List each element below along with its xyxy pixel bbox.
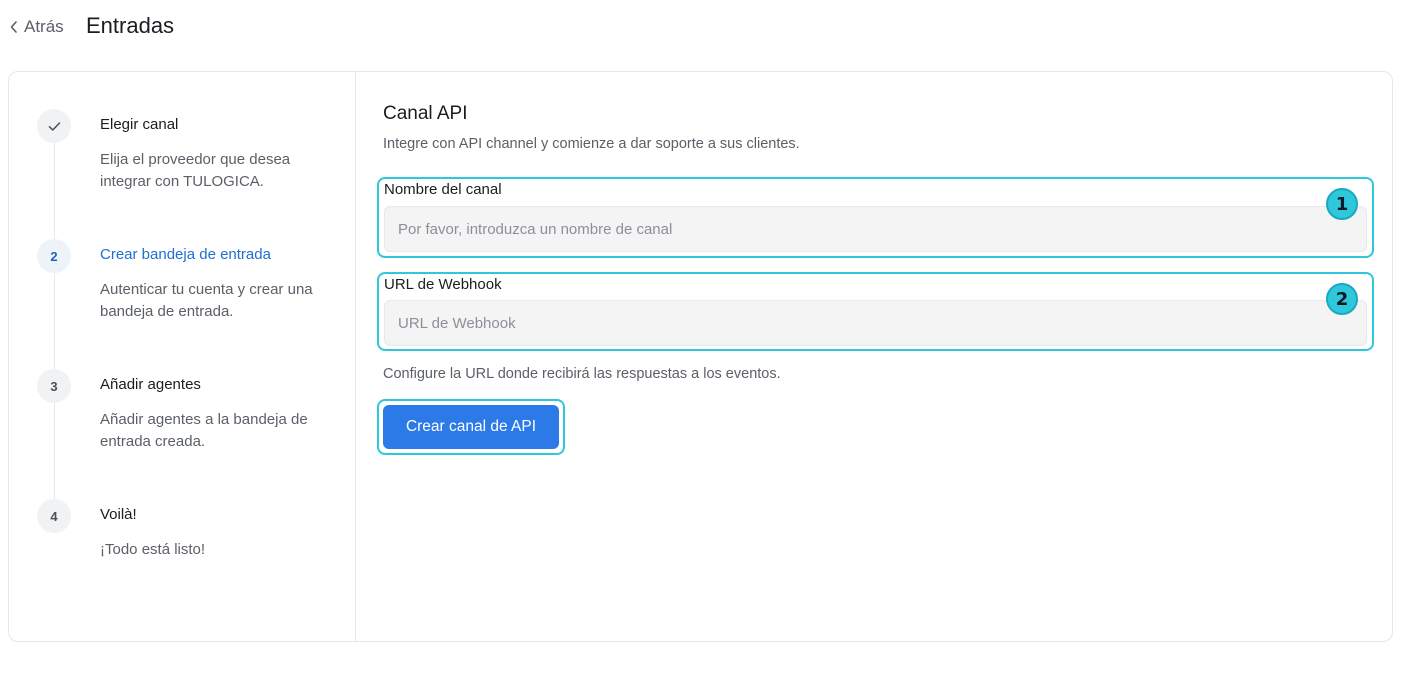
step-description: Autenticar tu cuenta y crear una bandeja…: [100, 281, 313, 320]
step-marker: 3: [37, 369, 71, 403]
step-title: Elegir canal: [100, 116, 179, 133]
chevron-left-icon: [10, 21, 17, 33]
form-heading: Canal API: [383, 103, 468, 124]
webhook-hint: Configure la URL donde recibirá las resp…: [383, 366, 781, 382]
step-title: Añadir agentes: [100, 376, 201, 393]
back-label: Atrás: [24, 17, 64, 36]
annotation-badge-2: 2: [1326, 283, 1358, 315]
channel-name-input[interactable]: [384, 206, 1367, 252]
channel-name-field: Nombre del canal 1: [377, 177, 1374, 258]
create-api-channel-button[interactable]: Crear canal de API: [383, 405, 559, 449]
top-bar: Atrás Entradas: [0, 0, 1404, 56]
step-description: Elija el proveedor que desea integrar co…: [100, 151, 291, 190]
webhook-url-label: URL de Webhook: [384, 276, 502, 293]
form-subheading: Integre con API channel y comienze a dar…: [383, 136, 800, 152]
steps-rail: [54, 126, 55, 516]
step-title: Crear bandeja de entrada: [100, 246, 271, 263]
check-icon: [48, 121, 60, 131]
webhook-url-input[interactable]: [384, 300, 1367, 346]
wizard-steps: Elegir canal Elija el proveedor que dese…: [9, 72, 356, 641]
back-link[interactable]: Atrás: [9, 17, 64, 37]
step-marker: 4: [37, 499, 71, 533]
submit-highlight: Crear canal de API: [377, 399, 565, 455]
annotation-badge-1: 1: [1326, 188, 1358, 220]
step-marker: 2: [37, 239, 71, 273]
step-description: Añadir agentes a la bandeja de entrada c…: [100, 411, 308, 450]
step-description: ¡Todo está listo!: [100, 541, 206, 558]
api-channel-form: Canal API Integre con API channel y comi…: [377, 72, 1383, 641]
channel-name-label: Nombre del canal: [384, 181, 502, 198]
webhook-url-field: URL de Webhook 2: [377, 272, 1374, 351]
inbox-wizard-card: Elegir canal Elija el proveedor que dese…: [8, 71, 1393, 642]
step-title: Voilà!: [100, 506, 137, 523]
step-marker: [37, 109, 71, 143]
page-title: Entradas: [86, 13, 175, 38]
